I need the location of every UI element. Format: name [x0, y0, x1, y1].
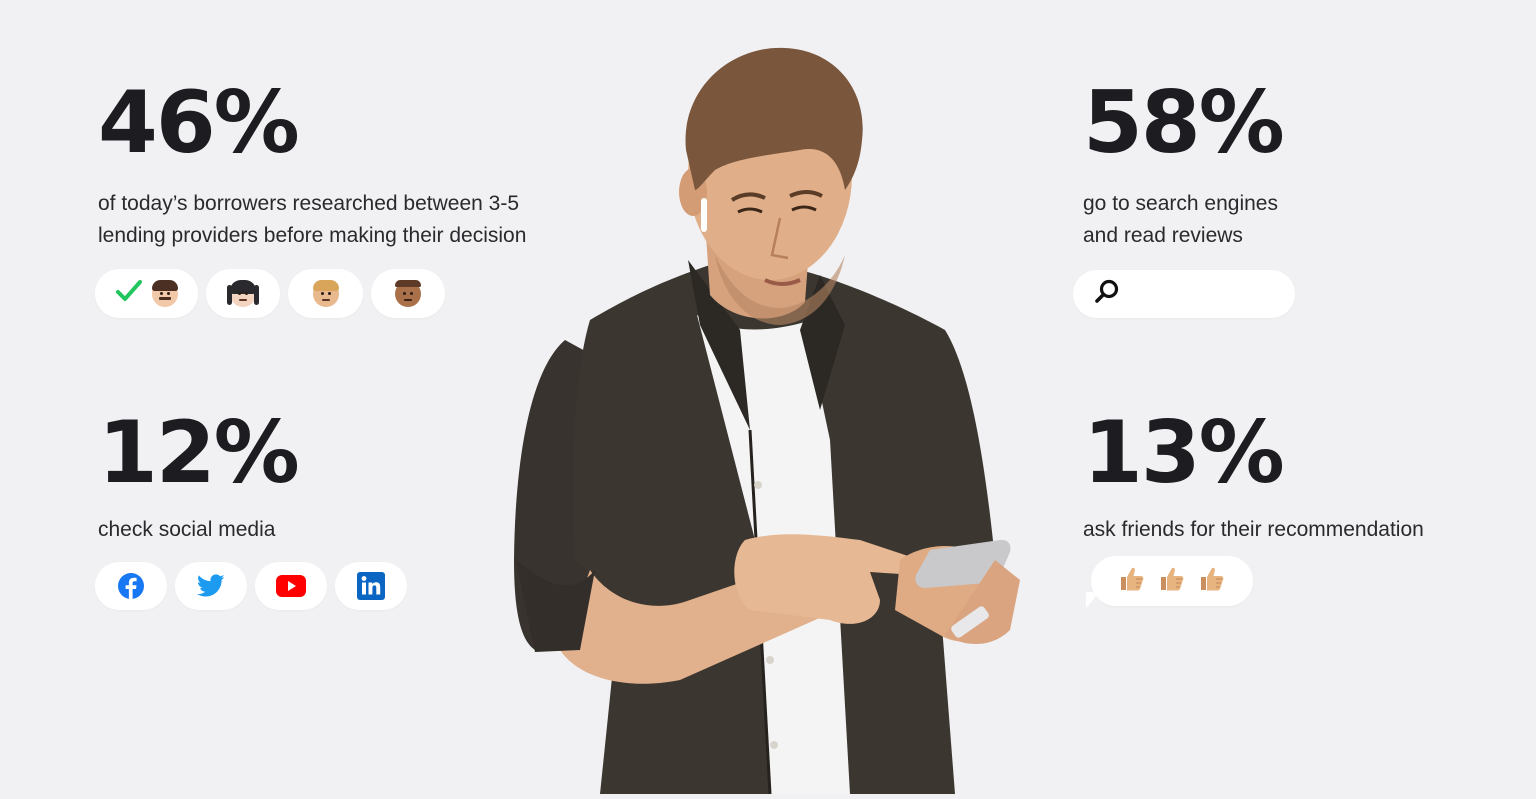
man-mustache-face-icon — [151, 279, 178, 307]
facebook-pill — [95, 562, 167, 610]
stat-description-line: check social media — [98, 518, 276, 541]
stat-description-line: and read reviews — [1083, 224, 1243, 247]
stat-description-line: ask friends for their recommendation — [1083, 518, 1424, 541]
face-pill — [288, 269, 363, 318]
bald-man-face-icon — [395, 279, 421, 307]
blond-man-face-icon — [312, 279, 339, 307]
check-face-pill — [95, 269, 198, 318]
stat-value: 13% — [1083, 403, 1285, 503]
face-pill — [206, 269, 280, 318]
woman-face-icon — [227, 279, 259, 307]
linkedin-pill — [335, 562, 407, 610]
stat-description-line: lending providers before making their de… — [98, 224, 527, 247]
man-with-phone-photo — [500, 40, 1040, 795]
thumbs-up-icon — [1118, 565, 1146, 598]
thumbs-up-icon — [1158, 565, 1186, 598]
stat-description-line: of today’s borrowers researched between … — [98, 192, 520, 215]
youtube-icon — [276, 575, 306, 597]
search-bar — [1073, 270, 1295, 318]
check-icon — [115, 279, 142, 308]
stat-description: ask friends for their recommendation — [1083, 514, 1424, 546]
thumbs-up-icon — [1198, 565, 1226, 598]
stat-search: 58% go to search engines and read review… — [1083, 73, 1285, 252]
twitter-pill — [175, 562, 247, 610]
speech-bubble — [1091, 556, 1253, 606]
stat-description: go to search engines and read reviews — [1083, 188, 1283, 252]
magnifier-icon — [1093, 278, 1121, 311]
stat-value: 58% — [1083, 73, 1285, 173]
youtube-pill — [255, 562, 327, 610]
stat-friends: 13% ask friends for their recommendation — [1083, 410, 1424, 546]
linkedin-icon — [357, 572, 385, 600]
stat-description: check social media — [98, 514, 298, 546]
stat-social: 12% check social media — [98, 403, 300, 546]
stat-borrowers: 46% of today’s borrowers researched betw… — [98, 80, 526, 252]
face-pill — [371, 269, 445, 318]
stat-description: of today’s borrowers researched between … — [98, 188, 526, 252]
stat-value: 46% — [98, 73, 300, 173]
stat-value: 12% — [98, 403, 300, 503]
twitter-icon — [197, 574, 225, 598]
facebook-icon — [117, 572, 145, 600]
stat-description-line: go to search engines — [1083, 192, 1278, 215]
